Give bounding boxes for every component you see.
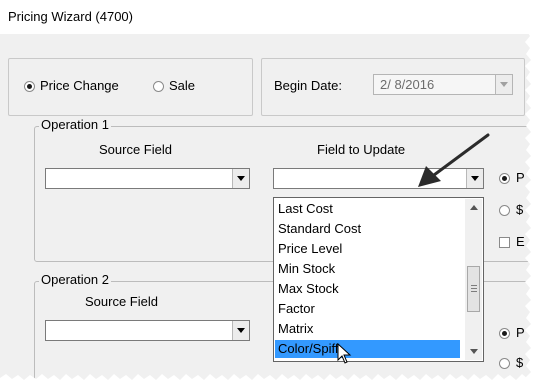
operation1-source-field-combo[interactable] [45,168,250,189]
scroll-down-icon[interactable] [470,349,478,354]
operation1-s-radio[interactable] [499,205,510,216]
operation2-source-field-label: Source Field [85,294,158,309]
operation2-p-radio[interactable] [499,328,510,339]
dropdown-scrollbar[interactable] [465,199,482,360]
dropdown-option[interactable]: Min Stock [275,260,460,278]
scroll-up-icon[interactable] [470,205,478,210]
window-title: Pricing Wizard (4700) [8,9,133,24]
torn-edge-right [525,0,536,385]
annotation-arrow-icon [418,133,490,187]
pricing-wizard-window: Pricing Wizard (4700) Price Change Sale … [0,0,536,385]
operation1-p-radio[interactable] [499,173,510,184]
price-change-label[interactable]: Price Change [40,78,119,93]
operation1-source-field-label: Source Field [99,142,172,157]
begin-date-box: Begin Date: 2/ 8/2016 [261,58,525,116]
mouse-cursor-icon [337,343,352,364]
dropdown-option[interactable]: Max Stock [275,280,460,298]
operation2-s-radio[interactable] [499,358,510,369]
sale-radio[interactable] [153,81,164,92]
torn-edge-bottom [0,374,536,385]
scrollbar-grip [471,285,477,286]
dropdown-option[interactable]: Standard Cost [275,220,460,238]
operation2-title: Operation 2 [39,272,111,287]
field-to-update-dropdown-list[interactable]: Last Cost Standard Cost Price Level Min Sto… [273,197,484,362]
operation1-field-to-update-label: Field to Update [317,142,406,157]
dropdown-option[interactable]: Last Cost [275,200,460,218]
begin-date-combo[interactable]: 2/ 8/2016 [373,74,513,95]
begin-date-label: Begin Date: [274,78,342,93]
begin-date-value: 2/ 8/2016 [380,77,435,92]
dropdown-option[interactable]: Factor [275,300,460,318]
dropdown-option[interactable]: Matrix [275,320,460,338]
dropdown-option-selected[interactable]: Color/Spiff [275,340,460,358]
operation1-e-checkbox[interactable] [499,237,510,248]
scrollbar-grip [471,291,477,292]
dropdown-arrow-icon[interactable] [495,75,512,94]
price-change-radio[interactable] [24,81,35,92]
dropdown-arrow-icon[interactable] [232,321,249,340]
sale-label[interactable]: Sale [169,78,195,93]
title-bar: Pricing Wizard (4700) [0,0,536,34]
operation2-source-field-combo[interactable] [45,320,250,341]
scrollbar-thumb[interactable] [467,266,480,312]
dropdown-option[interactable]: Price Level [275,240,460,258]
mode-box: Price Change Sale [8,58,253,116]
dropdown-arrow-icon[interactable] [232,169,249,188]
scrollbar-grip [471,288,477,289]
operation1-title: Operation 1 [39,117,111,132]
